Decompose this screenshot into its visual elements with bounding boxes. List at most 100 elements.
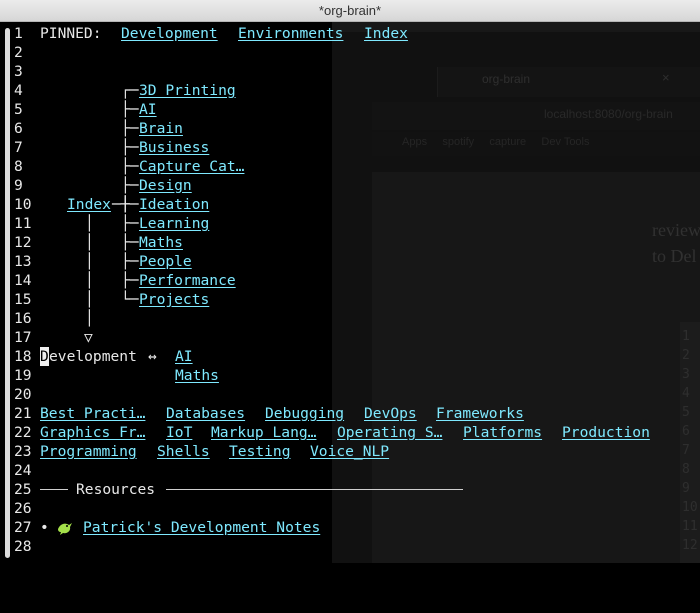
child-link[interactable]: Business — [139, 138, 209, 157]
friend-link-maths[interactable]: Maths — [175, 366, 219, 385]
pinned-link-development[interactable]: Development — [121, 24, 218, 43]
green-bird-icon — [58, 523, 72, 535]
line-number: 16 — [14, 310, 32, 327]
tree-branch: ├─ — [121, 177, 139, 194]
tree-connector: ─┼ — [112, 196, 130, 213]
line-number: 3 — [14, 63, 23, 80]
line-number: 28 — [14, 538, 32, 555]
line-number: 21 — [14, 405, 32, 422]
child-link[interactable]: AI — [139, 100, 157, 119]
line-number: 13 — [14, 253, 32, 270]
org-brain-buffer[interactable]: 1 2 3 4 5 6 7 8 9 10 11 12 13 14 15 16 17 18 19 20 21 22 23 24 2… — [14, 24, 700, 563]
trunk-segment: │ — [40, 214, 140, 233]
line-number: 11 — [14, 215, 32, 232]
child-link[interactable]: Capture Cat… — [139, 157, 244, 176]
down-arrow-line: ▽ — [40, 328, 240, 347]
child-link[interactable]: Projects — [139, 290, 209, 309]
sibling-link[interactable]: Graphics Fr… — [40, 423, 145, 442]
resource-item[interactable]: • Patrick's Development Notes — [40, 518, 440, 537]
parent-line: Index ─┼ — [40, 195, 240, 214]
line-number: 23 — [14, 443, 32, 460]
pinned-label: PINNED: — [40, 25, 102, 42]
line-number: 10 — [14, 196, 32, 213]
line-number: 9 — [14, 177, 23, 194]
parent-link-index[interactable]: Index — [67, 195, 111, 214]
line-number: 12 — [14, 234, 32, 251]
child-row: ├─ Business — [40, 138, 340, 157]
resource-bullet: • — [40, 519, 49, 536]
sibling-link[interactable]: Frameworks — [436, 404, 524, 423]
child-row: ├─ Brain — [40, 119, 340, 138]
line-number: 2 — [14, 44, 23, 61]
trunk-bar: │ — [85, 272, 94, 289]
sibling-link[interactable]: Operating S… — [337, 423, 442, 442]
line-number: 1 — [14, 25, 23, 42]
sibling-link[interactable]: Databases — [166, 404, 245, 423]
sibling-link[interactable]: Best Practi… — [40, 404, 145, 423]
trunk-segment: │ — [40, 252, 140, 271]
sibling-link[interactable]: IoT — [166, 423, 192, 442]
down-arrow: ▽ — [84, 329, 93, 346]
siblings-row: Graphics Fr… IoT Markup Lang… Operating S… P… — [40, 423, 700, 442]
sibling-link[interactable]: Platforms — [463, 423, 542, 442]
line-number: 17 — [14, 329, 32, 346]
trunk-segment: │ — [40, 290, 140, 309]
text-cursor[interactable]: D — [40, 347, 49, 366]
line-number: 20 — [14, 386, 32, 403]
current-entry-title: evelopment — [49, 348, 137, 365]
resource-link[interactable]: Patrick's Development Notes — [83, 518, 320, 537]
sibling-link[interactable]: Voice_NLP — [310, 442, 389, 461]
line-number: 22 — [14, 424, 32, 441]
sibling-link[interactable]: Programming — [40, 442, 137, 461]
current-entry-line: D evelopment ↔ AI — [40, 347, 440, 366]
sibling-link[interactable]: DevOps — [364, 404, 417, 423]
trunk-segment: │ — [40, 309, 140, 328]
child-row: ├─ Design — [40, 176, 340, 195]
resources-heading: Resources — [76, 481, 156, 498]
line-number: 14 — [14, 272, 32, 289]
scrollbar[interactable] — [5, 28, 10, 558]
trunk-bar: │ — [85, 253, 94, 270]
tree-branch: ├─ — [121, 120, 139, 137]
siblings-row: Programming Shells Testing Voice_NLP — [40, 442, 700, 461]
line-number: 15 — [14, 291, 32, 308]
child-link[interactable]: Learning — [139, 214, 209, 233]
resources-header: Resources — [40, 480, 480, 499]
siblings-row: Best Practi… Databases Debugging DevOps Fram… — [40, 404, 700, 423]
child-row: ┌─ 3D Printing — [40, 81, 340, 100]
resources-rule-left — [40, 489, 68, 490]
child-link[interactable]: 3D Printing — [139, 81, 236, 100]
tree-branch: ┌─ — [121, 82, 139, 99]
trunk-bar: │ — [85, 234, 94, 251]
child-link[interactable]: Brain — [139, 119, 183, 138]
trunk-bar: │ — [85, 215, 94, 232]
friend-arrow: ↔ — [148, 348, 157, 365]
line-number: 26 — [14, 500, 32, 517]
line-number: 5 — [14, 101, 23, 118]
child-row: ├─ AI — [40, 100, 340, 119]
child-row: ├─ Capture Cat… — [40, 157, 340, 176]
line-number: 7 — [14, 139, 23, 156]
child-link[interactable]: Design — [139, 176, 192, 195]
trunk-segment: │ — [40, 271, 140, 290]
resources-rule-right — [166, 489, 463, 490]
child-link[interactable]: People — [139, 252, 192, 271]
sibling-link[interactable]: Debugging — [265, 404, 344, 423]
sibling-link[interactable]: Shells — [157, 442, 210, 461]
friend-link-ai[interactable]: AI — [175, 347, 193, 366]
line-number: 27 — [14, 519, 32, 536]
pinned-link-environments[interactable]: Environments — [238, 24, 343, 43]
trunk-segment: │ — [40, 233, 140, 252]
window-title: *org-brain* — [318, 3, 382, 18]
left-fringe — [0, 22, 13, 563]
trunk-bar: │ — [85, 291, 94, 308]
window-title-bar: *org-brain* — [0, 0, 700, 22]
sibling-link[interactable]: Production — [562, 423, 650, 442]
pinned-link-index[interactable]: Index — [364, 24, 408, 43]
child-link[interactable]: Maths — [139, 233, 183, 252]
pinned-line: PINNED: Development Environments Index — [40, 24, 700, 43]
child-link[interactable]: Performance — [139, 271, 236, 290]
line-number: 4 — [14, 82, 23, 99]
sibling-link[interactable]: Markup Lang… — [211, 423, 316, 442]
sibling-link[interactable]: Testing — [229, 442, 291, 461]
